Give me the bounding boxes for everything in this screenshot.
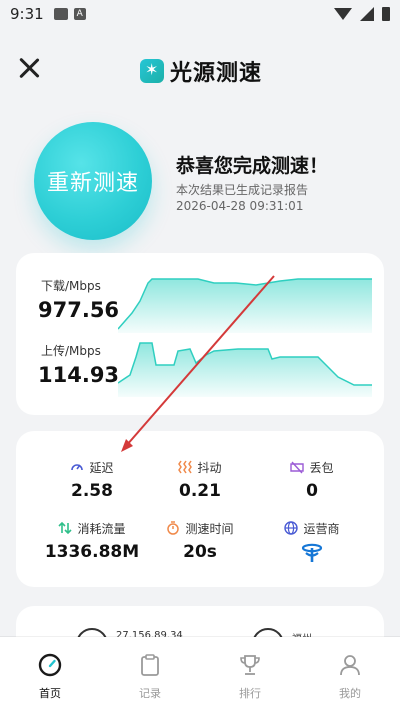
retest-button[interactable]: 重新测速: [34, 122, 152, 240]
signal-icon: [360, 7, 374, 21]
metric-jitter-label: 抖动: [197, 460, 222, 475]
nav-profile-label: 我的: [339, 687, 361, 700]
metric-jitter-value: 0.21: [179, 481, 221, 501]
app-title: 光源测速: [170, 61, 263, 86]
nav-home[interactable]: 首页: [0, 637, 100, 711]
result-subtitle: 本次结果已生成记录报告: [176, 183, 309, 197]
metric-traffic-value: 1336.88M: [44, 542, 140, 562]
nav-profile[interactable]: 我的: [300, 637, 400, 711]
upload-label: 上传/Mbps: [41, 344, 101, 358]
upload-value: 114.93: [38, 363, 120, 387]
gauge-icon: [71, 464, 84, 471]
image-icon: [53, 8, 68, 20]
trophy-icon: [240, 655, 260, 675]
metric-traffic-label: 消耗流量: [77, 521, 126, 536]
china-telecom-logo-icon: [301, 543, 323, 562]
metric-jitter: 抖动 0.21: [140, 459, 260, 501]
nav-records-label: 记录: [139, 687, 161, 700]
bottom-nav: 首页 记录 排行 我的: [0, 637, 400, 711]
speed-card: 下载/Mbps 977.56 上传/Mbps 114.93: [16, 253, 384, 415]
metric-duration-label: 测速时间: [185, 521, 234, 536]
nav-records[interactable]: 记录: [100, 637, 200, 711]
download-chart: [118, 278, 372, 333]
status-time: 9:31: [10, 5, 44, 23]
metric-latency: 延迟 2.58: [32, 459, 152, 502]
metric-packet-loss: 丢包 0: [252, 459, 372, 501]
battery-icon: [382, 7, 390, 21]
traffic-icon: [58, 521, 73, 535]
result-title: 恭喜您完成测速！: [176, 155, 329, 177]
metric-traffic: 消耗流量 1336.88M: [32, 520, 152, 563]
sparkle-logo-icon: [140, 59, 164, 83]
speed-gauge-icon: [38, 653, 62, 677]
metrics-card: 延迟 2.58 抖动 0.21 丢包 0 消耗流量 1336.88M 测速时间 …: [16, 431, 384, 587]
metric-packet-loss-value: 0: [306, 481, 318, 501]
retest-label: 重新测速: [46, 171, 139, 196]
metric-packet-loss-label: 丢包: [309, 460, 334, 475]
nav-ranking-label: 排行: [239, 687, 261, 700]
jitter-icon: [178, 460, 193, 474]
result-timestamp: 2026-04-28 09:31:01: [176, 199, 304, 213]
user-icon: [340, 655, 360, 676]
wifi-icon: [334, 8, 352, 20]
text-a-icon: A: [73, 8, 86, 20]
download-label: 下载/Mbps: [41, 279, 101, 293]
nav-ranking[interactable]: 排行: [200, 637, 300, 711]
metric-carrier: 运营商: [252, 520, 372, 564]
globe-icon: [284, 521, 299, 535]
packet-loss-icon: [290, 461, 305, 474]
timer-icon: [167, 521, 180, 535]
status-bar: 9:31 A: [0, 0, 400, 28]
upload-chart: [118, 342, 372, 397]
metric-duration-value: 20s: [183, 542, 217, 562]
metric-carrier-label: 运营商: [303, 521, 340, 536]
brand: 光源测速: [140, 55, 262, 87]
metric-duration: 测速时间 20s: [140, 520, 260, 562]
clipboard-icon: [141, 654, 159, 676]
header: 光源测速: [0, 44, 400, 94]
metric-latency-label: 延迟: [89, 460, 114, 475]
download-value: 977.56: [38, 298, 120, 322]
metric-latency-value: 2.58: [71, 481, 113, 501]
close-icon[interactable]: [18, 57, 40, 79]
nav-home-label: 首页: [39, 687, 61, 700]
